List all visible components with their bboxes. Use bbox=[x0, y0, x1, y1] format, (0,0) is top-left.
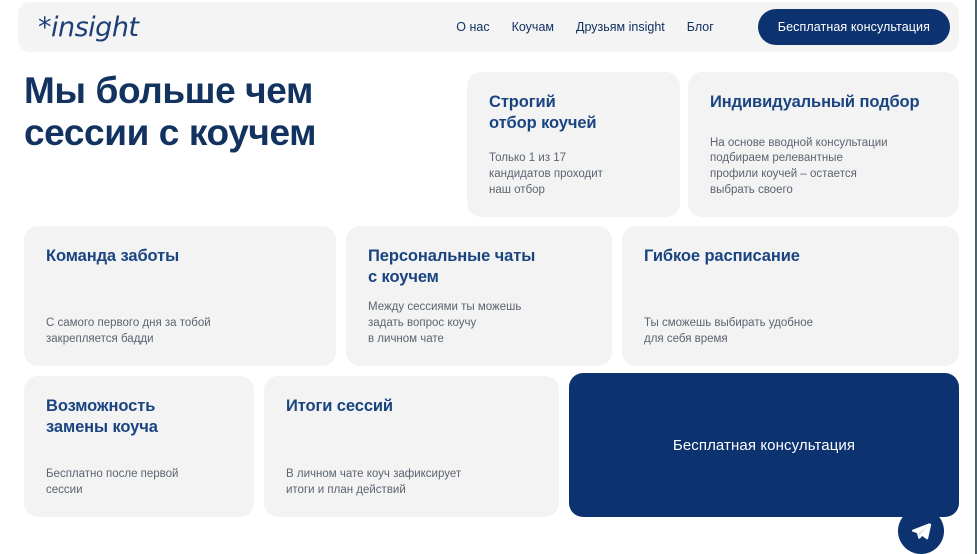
page-title: Мы больше чем сессии с коучем bbox=[24, 70, 317, 153]
nav-item-about[interactable]: О нас bbox=[456, 20, 489, 34]
header-free-consultation-button[interactable]: Бесплатная консультация bbox=[757, 9, 950, 45]
feature-card-session-results: Итоги сессий В личном чате коуч зафиксир… bbox=[264, 376, 559, 517]
nav-item-for-coaches[interactable]: Коучам bbox=[512, 20, 554, 34]
card-title: Индивидуальный подбор bbox=[710, 93, 920, 111]
feature-card-flexible-schedule: Гибкое расписание Ты сможешь выбирать уд… bbox=[622, 226, 959, 366]
feature-card-strict-selection: Строгий отбор коучей Только 1 из 17 канд… bbox=[467, 72, 680, 217]
site-header: *insight О нас Коучам Друзьям insight Бл… bbox=[18, 2, 959, 52]
card-body: Между сессиями ты можешь задать вопрос к… bbox=[368, 301, 522, 346]
feature-card-individual-matching: Индивидуальный подбор На основе вводной … bbox=[688, 72, 959, 217]
nav-item-blog[interactable]: Блог bbox=[687, 20, 714, 34]
card-title: Персональные чаты с коучем bbox=[368, 247, 536, 286]
card-title: Строгий отбор коучей bbox=[489, 93, 597, 132]
card-body: В личном чате коуч зафиксирует итоги и п… bbox=[286, 468, 462, 497]
telegram-icon bbox=[909, 519, 933, 543]
page-root: *insight О нас Коучам Друзьям insight Бл… bbox=[0, 0, 977, 554]
card-title: Гибкое расписание bbox=[644, 247, 800, 265]
card-body: Ты сможешь выбирать удобное для себя вре… bbox=[644, 317, 813, 346]
feature-card-coach-replacement: Возможность замены коуча Бесплатно после… bbox=[24, 376, 254, 517]
feature-card-care-team: Команда заботы С самого первого дня за т… bbox=[24, 226, 336, 366]
nav-item-friends-insight[interactable]: Друзьям insight bbox=[576, 20, 665, 34]
telegram-floating-button[interactable] bbox=[898, 508, 944, 554]
card-title: Итоги сессий bbox=[286, 397, 393, 415]
logo[interactable]: *insight bbox=[38, 14, 139, 41]
card-body: Бесплатно после первой сессии bbox=[46, 468, 179, 497]
feature-card-personal-chats: Персональные чаты с коучем Между сессиям… bbox=[346, 226, 612, 366]
main-navigation: О нас Коучам Друзьям insight Блог Беспла… bbox=[456, 9, 950, 45]
card-title: Возможность замены коуча bbox=[46, 397, 158, 436]
card-title: Команда заботы bbox=[46, 247, 180, 265]
free-consultation-card-label: Бесплатная консультация bbox=[672, 436, 856, 454]
card-body: С самого первого дня за тобой закрепляет… bbox=[46, 317, 211, 346]
card-body: Только 1 из 17 кандидатов проходит наш о… bbox=[489, 152, 603, 197]
card-body: На основе вводной консультации подбираем… bbox=[710, 136, 888, 197]
free-consultation-card-button[interactable]: Бесплатная консультация bbox=[569, 373, 959, 517]
